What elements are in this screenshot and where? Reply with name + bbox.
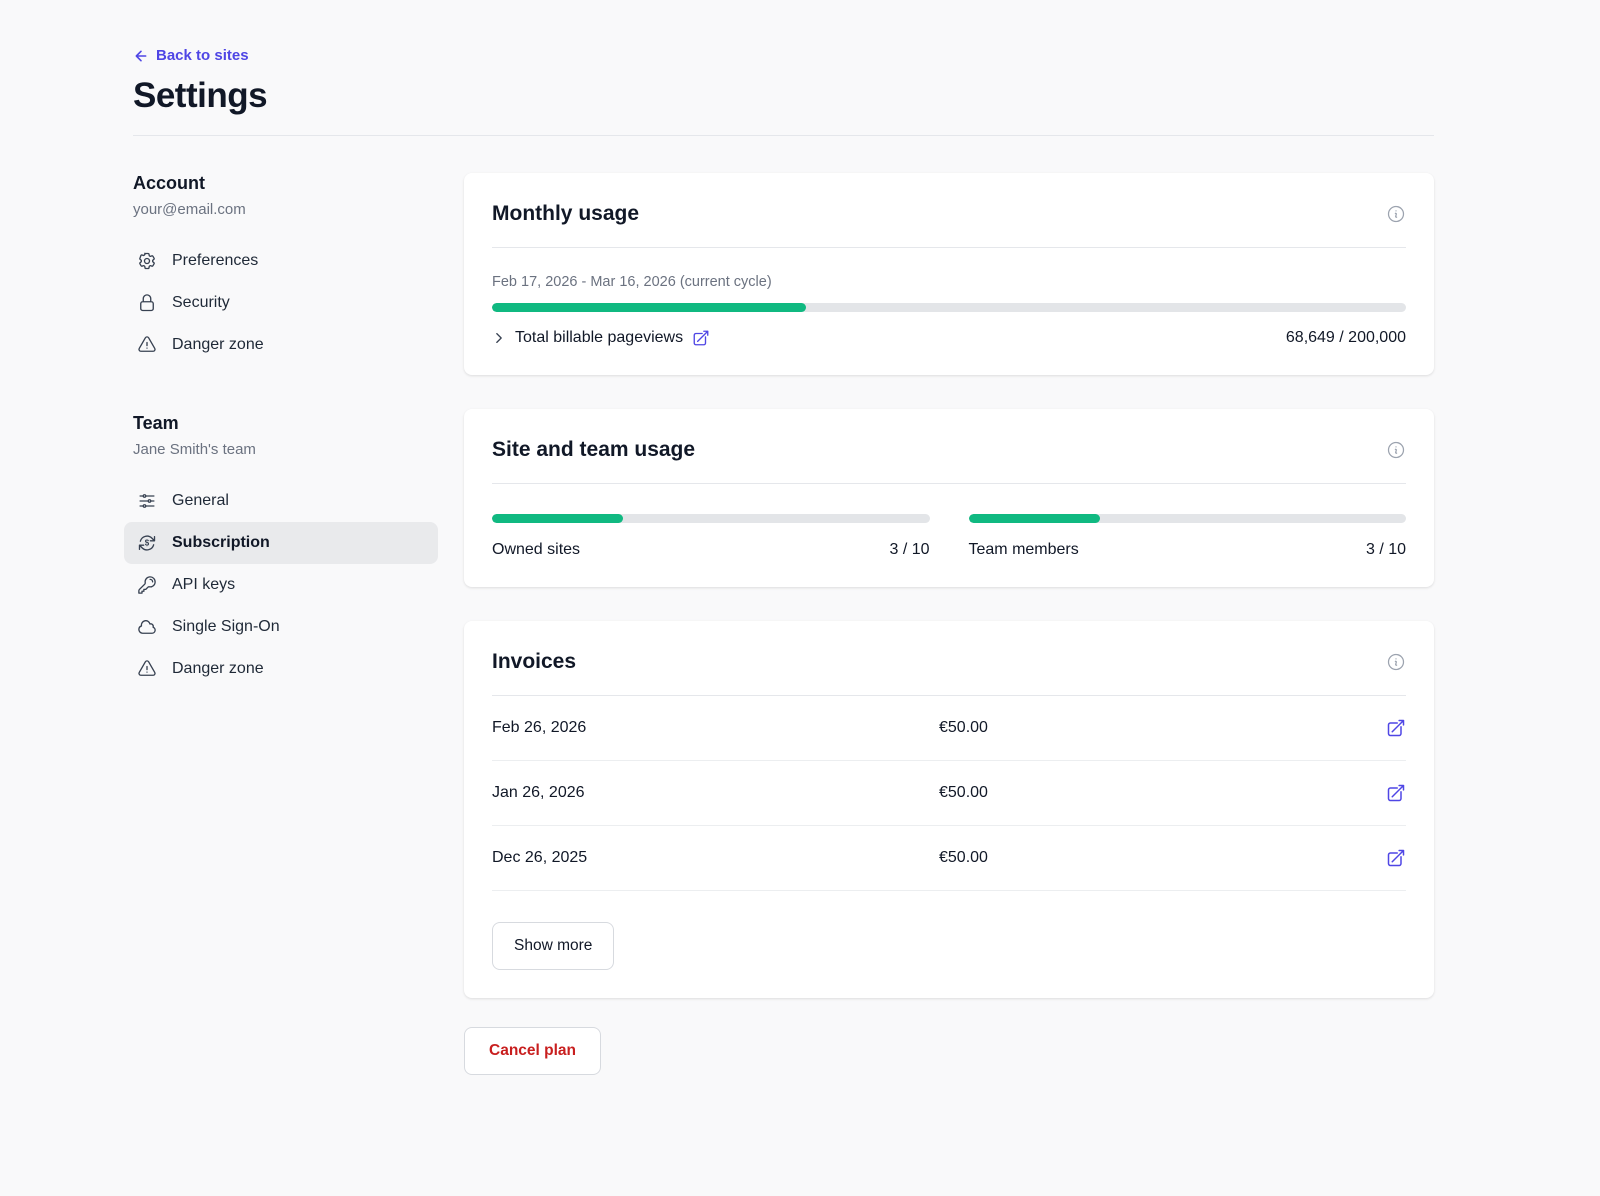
sidebar-item-single-sign-on[interactable]: Single Sign-On xyxy=(124,606,438,648)
account-heading: Account xyxy=(133,173,438,194)
invoice-row: Jan 26, 2026 €50.00 xyxy=(492,761,1406,826)
arrow-left-icon xyxy=(133,48,149,64)
billable-pageviews-row: Total billable pageviews 68,649 / 200,00… xyxy=(492,329,1406,347)
info-icon[interactable] xyxy=(1386,204,1406,224)
info-icon[interactable] xyxy=(1386,440,1406,460)
team-name: Jane Smith's team xyxy=(133,441,438,458)
owned-sites-value: 3 / 10 xyxy=(889,541,929,559)
account-email: your@email.com xyxy=(133,201,438,218)
owned-sites-label: Owned sites xyxy=(492,541,580,559)
sidebar-item-label: Subscription xyxy=(172,534,270,552)
sidebar-item-api-keys[interactable]: API keys xyxy=(124,564,438,606)
page-header: Back to sites Settings xyxy=(133,47,1434,136)
main-content: Monthly usage Feb 17, 2026 - Mar 16, 202… xyxy=(464,173,1434,1075)
sidebar-item-general[interactable]: General xyxy=(124,480,438,522)
invoice-external-link-icon[interactable] xyxy=(1386,783,1406,803)
invoices-card: Invoices Feb 26, 2026 €50.00 Jan 26, 202… xyxy=(464,621,1434,998)
billable-pageviews-label: Total billable pageviews xyxy=(515,329,683,347)
show-more-button[interactable]: Show more xyxy=(492,922,614,970)
monthly-usage-title: Monthly usage xyxy=(492,202,639,226)
team-members-progress-bar xyxy=(969,514,1407,523)
warning-icon xyxy=(137,659,157,679)
sidebar-item-label: Danger zone xyxy=(172,660,264,678)
settings-sidebar: Account your@email.com Preferences Secur… xyxy=(133,173,438,690)
cancel-plan-button[interactable]: Cancel plan xyxy=(464,1027,601,1075)
sidebar-item-label: Danger zone xyxy=(172,336,264,354)
account-section: Account your@email.com Preferences Secur… xyxy=(133,173,438,366)
site-team-usage-title: Site and team usage xyxy=(492,438,695,462)
key-icon xyxy=(137,575,157,595)
billing-cycle-label: Feb 17, 2026 - Mar 16, 2026 (current cyc… xyxy=(492,274,1406,290)
invoice-date: Jan 26, 2026 xyxy=(492,784,939,802)
site-team-usage-card: Site and team usage Owned sites 3 / 10 xyxy=(464,409,1434,587)
owned-sites-meter: Owned sites 3 / 10 xyxy=(492,514,930,559)
chevron-right-icon xyxy=(492,331,506,345)
pageviews-progress-bar xyxy=(492,303,1406,312)
team-members-progress-fill xyxy=(969,514,1100,523)
invoice-date: Feb 26, 2026 xyxy=(492,719,939,737)
sidebar-item-team-danger-zone[interactable]: Danger zone xyxy=(124,648,438,690)
sidebar-item-account-danger-zone[interactable]: Danger zone xyxy=(124,324,438,366)
sidebar-item-security[interactable]: Security xyxy=(124,282,438,324)
team-members-label: Team members xyxy=(969,541,1079,559)
team-section: Team Jane Smith's team General Subscript… xyxy=(133,413,438,690)
owned-sites-progress-fill xyxy=(492,514,623,523)
invoice-amount: €50.00 xyxy=(939,784,1386,802)
back-link-label: Back to sites xyxy=(156,47,249,64)
currency-refresh-icon xyxy=(137,533,157,553)
card-divider xyxy=(492,483,1406,484)
sidebar-item-preferences[interactable]: Preferences xyxy=(124,240,438,282)
sidebar-item-label: Preferences xyxy=(172,252,258,270)
lock-icon xyxy=(137,293,157,313)
team-members-value: 3 / 10 xyxy=(1366,541,1406,559)
invoice-amount: €50.00 xyxy=(939,719,1386,737)
sidebar-item-label: Security xyxy=(172,294,230,312)
sidebar-item-label: Single Sign-On xyxy=(172,618,280,636)
team-nav: General Subscription API keys Single Sig… xyxy=(133,480,438,690)
settings-page: Back to sites Settings Account your@emai… xyxy=(0,0,1600,1075)
invoice-row: Feb 26, 2026 €50.00 xyxy=(492,696,1406,761)
invoice-external-link-icon[interactable] xyxy=(1386,848,1406,868)
info-icon[interactable] xyxy=(1386,652,1406,672)
invoice-row: Dec 26, 2025 €50.00 xyxy=(492,826,1406,891)
invoice-date: Dec 26, 2025 xyxy=(492,849,939,867)
pageviews-usage-value: 68,649 / 200,000 xyxy=(1286,329,1406,347)
sidebar-item-label: API keys xyxy=(172,576,235,594)
header-divider xyxy=(133,135,1434,136)
billable-pageviews-toggle[interactable]: Total billable pageviews xyxy=(492,329,710,347)
card-divider xyxy=(492,247,1406,248)
sliders-icon xyxy=(137,491,157,511)
invoice-amount: €50.00 xyxy=(939,849,1386,867)
sidebar-item-subscription[interactable]: Subscription xyxy=(124,522,438,564)
invoice-external-link-icon[interactable] xyxy=(1386,718,1406,738)
team-heading: Team xyxy=(133,413,438,434)
warning-icon xyxy=(137,335,157,355)
external-link-icon[interactable] xyxy=(692,329,710,347)
pageviews-progress-fill xyxy=(492,303,806,312)
invoices-title: Invoices xyxy=(492,650,576,674)
monthly-usage-card: Monthly usage Feb 17, 2026 - Mar 16, 202… xyxy=(464,173,1434,375)
sidebar-item-label: General xyxy=(172,492,229,510)
owned-sites-progress-bar xyxy=(492,514,930,523)
gear-icon xyxy=(137,251,157,271)
cloud-icon xyxy=(137,617,157,637)
account-nav: Preferences Security Danger zone xyxy=(133,240,438,366)
team-members-meter: Team members 3 / 10 xyxy=(969,514,1407,559)
back-to-sites-link[interactable]: Back to sites xyxy=(133,47,249,64)
page-title: Settings xyxy=(133,76,1434,116)
